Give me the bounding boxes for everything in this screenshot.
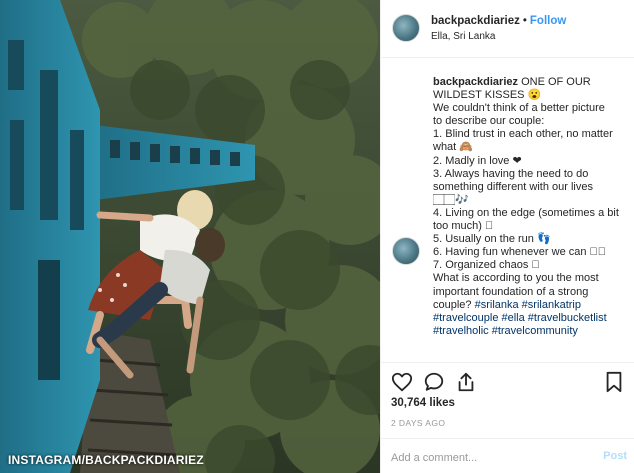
comments-section[interactable]: backpackdiariez ONE OF OUR WILDEST KISSE… — [381, 59, 634, 361]
caption-line: 5. Usually on the run 👣 — [433, 233, 551, 246]
caption-line: important foundation of a strong — [433, 285, 589, 298]
caption-text: ONE OF OUR — [521, 76, 591, 88]
comment-input[interactable] — [391, 450, 581, 466]
caption-line: 1. Blind trust in each other, no matter — [433, 128, 613, 141]
post-photo[interactable]: INSTAGRAM/BACKPACKDIARIEZ — [0, 0, 380, 473]
follow-button[interactable]: Follow — [530, 15, 566, 27]
post-actions: 30,764 likes 2 DAYS AGO Post — [381, 362, 634, 473]
caption-line: too much) 🏻 — [433, 220, 494, 233]
caption-line: what 🙈 — [433, 141, 473, 154]
caption-line: 2. Madly in love ❤ — [433, 154, 522, 167]
hashtag-link[interactable]: #srilanka #srilankatrip — [475, 299, 581, 311]
hashtag-link[interactable]: #travelcouple #ella #travelbucketlist — [433, 312, 629, 325]
caption-line: 6. Having fun whenever we can 🏻🏻 — [433, 246, 607, 259]
caption-line: 3. Always having the need to do — [433, 167, 589, 180]
caption-line: What is according to you the most — [433, 272, 599, 285]
heart-icon[interactable] — [391, 371, 413, 393]
comment-icon[interactable] — [423, 371, 445, 393]
share-icon[interactable] — [455, 371, 477, 393]
hashtag-link[interactable]: #travelholic #travelcommunity — [433, 325, 629, 338]
post-comment-button[interactable]: Post — [603, 450, 627, 462]
add-comment-bar: Post — [381, 438, 634, 473]
caption-line: something different with our lives — [433, 180, 593, 193]
separator-dot: • — [522, 15, 527, 27]
post-side-panel: backpackdiariez • Follow Ella, Sri Lanka b… — [380, 0, 634, 473]
caption-line: 4. Living on the edge (sometimes a bit — [433, 206, 619, 219]
caption-line: backpackdiariez ONE OF OUR — [433, 76, 629, 89]
caption-line: We couldn't think of a better picture — [433, 102, 605, 115]
post-timestamp[interactable]: 2 DAYS AGO — [391, 418, 445, 428]
train-couple-image — [0, 0, 380, 473]
caption-line: couple? #srilanka #srilankatrip — [433, 299, 629, 312]
caption-line: 7. Organized chaos 🏻 — [433, 259, 540, 272]
bookmark-icon[interactable] — [603, 371, 625, 393]
post-header: backpackdiariez • Follow Ella, Sri Lanka — [381, 0, 634, 58]
caption-line: 🏻🏻🎶 — [433, 193, 469, 206]
caption: backpackdiariez ONE OF OUR WILDEST KISSE… — [433, 76, 629, 338]
location-link[interactable]: Ella, Sri Lanka — [431, 30, 631, 44]
avatar[interactable] — [392, 14, 420, 42]
header-username[interactable]: backpackdiariez — [431, 15, 520, 27]
caption-username[interactable]: backpackdiariez — [433, 76, 518, 88]
caption-line: to describe our couple: — [433, 115, 545, 128]
caption-text: couple? — [433, 298, 472, 311]
photo-watermark: INSTAGRAM/BACKPACKDIARIEZ — [8, 453, 204, 467]
caption-line: WILDEST KISSES 😮 — [433, 89, 542, 102]
caption-avatar[interactable] — [392, 237, 420, 265]
like-count[interactable]: 30,764 likes — [391, 397, 455, 409]
